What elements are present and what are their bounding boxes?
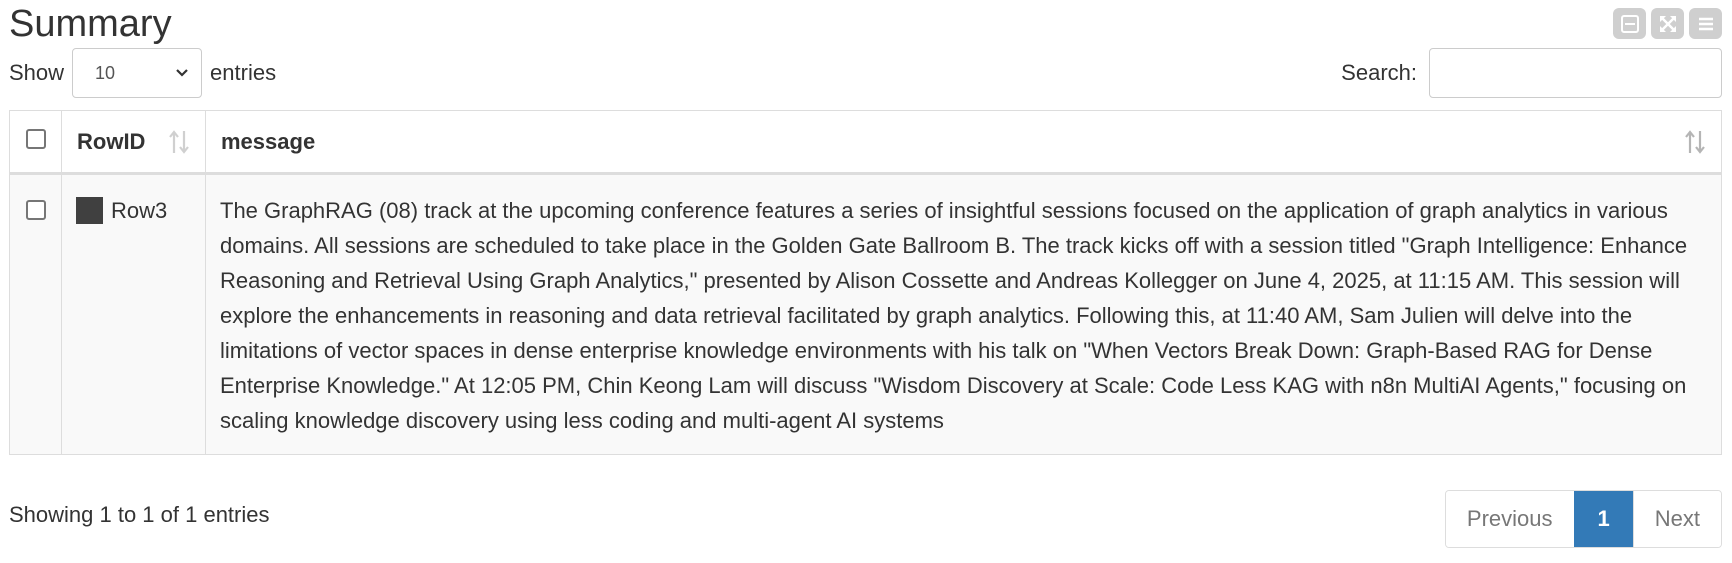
- previous-button[interactable]: Previous: [1445, 491, 1574, 547]
- expand-button[interactable]: [1651, 8, 1684, 39]
- row-select-cell: [9, 173, 62, 455]
- header-rowid-label: RowID: [77, 128, 146, 154]
- page-1-button[interactable]: 1: [1573, 491, 1633, 547]
- entries-select[interactable]: 10: [72, 48, 203, 98]
- header-rowid[interactable]: RowID: [61, 110, 206, 175]
- rowid-cell: Row3: [61, 173, 206, 455]
- data-table: RowID message Row3 The GraphRAG (08) tra…: [9, 110, 1722, 455]
- table-info: Showing 1 to 1 of 1 entries: [9, 502, 270, 527]
- message-cell: The GraphRAG (08) track at the upcoming …: [205, 173, 1722, 455]
- select-all-header: [9, 110, 62, 175]
- search-label: Search:: [1341, 60, 1417, 85]
- sort-icon: [168, 129, 190, 155]
- sort-icon: [1684, 129, 1706, 155]
- row-color-swatch: [76, 197, 103, 224]
- minimize-icon: [1620, 14, 1639, 33]
- page-title: Summary: [9, 3, 172, 45]
- rowid-value: Row3: [111, 198, 168, 223]
- minimize-button[interactable]: [1613, 8, 1646, 39]
- pagination: Previous 1 Next: [1444, 490, 1722, 548]
- row-checkbox[interactable]: [25, 200, 46, 220]
- select-all-checkbox[interactable]: [25, 128, 46, 149]
- length-control: Show 10 entries: [9, 48, 276, 98]
- menu-button[interactable]: [1689, 8, 1722, 39]
- menu-icon: [1698, 17, 1713, 30]
- next-button[interactable]: Next: [1632, 491, 1721, 547]
- entries-label: entries: [210, 60, 277, 85]
- toolbar: [1613, 8, 1722, 39]
- header-message[interactable]: message: [205, 110, 1722, 175]
- search-input[interactable]: [1429, 48, 1722, 98]
- search-control: Search:: [1341, 48, 1722, 98]
- expand-icon: [1659, 15, 1676, 32]
- show-label: Show: [9, 60, 65, 85]
- table-header-row: RowID message: [9, 110, 1722, 175]
- header-message-label: message: [221, 128, 316, 154]
- entries-select-value: 10: [95, 62, 116, 83]
- table-row[interactable]: Row3 The GraphRAG (08) track at the upco…: [9, 173, 1722, 455]
- chevron-down-icon: [176, 69, 188, 77]
